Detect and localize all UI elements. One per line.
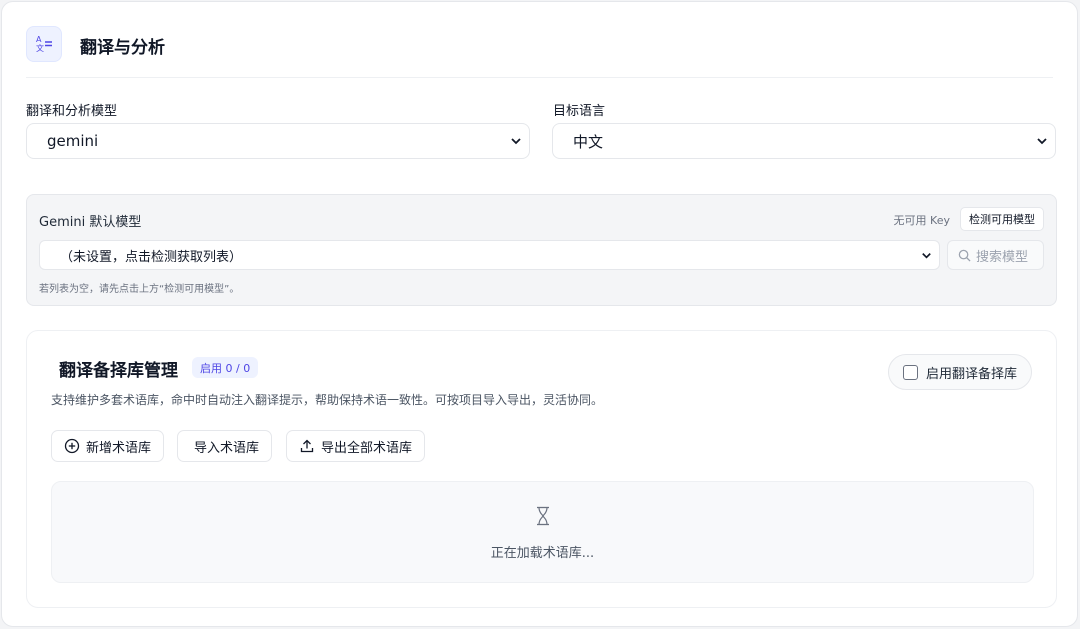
gemini-model-panel: Gemini 默认模型 无可用 Key 检测可用模型 （未设置，点击检测获取列表… (26, 194, 1057, 306)
search-icon (958, 249, 971, 262)
chevron-down-icon (1037, 138, 1047, 145)
hourglass-icon (537, 506, 549, 526)
glossary-loading-panel: 正在加载术语库... (51, 481, 1034, 583)
language-select[interactable]: 中文 (552, 123, 1056, 159)
chevron-down-icon (922, 253, 931, 259)
model-select-value: gemini (47, 132, 99, 150)
language-select-value: 中文 (573, 132, 604, 151)
svg-text:A: A (36, 35, 42, 44)
plus-circle-icon (64, 438, 80, 454)
glossary-description: 支持维护多套术语库，命中时自动注入翻译提示，帮助保持术语一致性。可按项目导入导出… (51, 393, 604, 407)
key-status: 无可用 Key (893, 214, 950, 227)
detect-models-button[interactable]: 检测可用模型 (960, 207, 1044, 231)
gemini-model-select-value: （未设置，点击检测获取列表） (60, 249, 243, 265)
export-glossary-label: 导出全部术语库 (321, 440, 413, 456)
page-title: 翻译与分析 (80, 38, 165, 58)
upload-icon (300, 439, 314, 453)
export-glossary-button[interactable]: 导出全部术语库 (286, 430, 426, 462)
translate-icon: A 文 (26, 26, 62, 62)
model-label: 翻译和分析模型 (26, 104, 118, 119)
enable-glossary-checkbox[interactable] (902, 364, 918, 380)
empty-list-hint: 若列表为空，请先点击上方“检测可用模型”。 (39, 284, 240, 295)
loading-text: 正在加载术语库... (490, 546, 595, 561)
chevron-down-icon (511, 138, 521, 145)
glossary-section: 翻译备择库管理 启用 0 / 0 启用翻译备择库 支持维护多套术语库，命中时自动… (26, 330, 1057, 608)
settings-card: A 文 翻译与分析 翻译和分析模型 gemini 目标语言 中文 Gemini … (1, 1, 1078, 627)
enable-glossary-toggle[interactable]: 启用翻译备择库 (887, 354, 1032, 390)
language-label: 目标语言 (553, 104, 606, 119)
model-select[interactable]: gemini (26, 123, 530, 159)
import-glossary-label: 导入术语库 (194, 440, 260, 456)
search-placeholder: 搜索模型 (976, 249, 1029, 265)
gemini-model-title: Gemini 默认模型 (39, 215, 142, 230)
import-glossary-button[interactable]: 导入术语库 (177, 430, 273, 462)
model-search-input[interactable]: 搜索模型 (947, 240, 1044, 270)
gemini-model-select[interactable]: （未设置，点击检测获取列表） (39, 240, 940, 270)
svg-text:文: 文 (36, 43, 44, 53)
add-glossary-label: 新增术语库 (86, 440, 152, 456)
add-glossary-button[interactable]: 新增术语库 (51, 430, 165, 462)
enable-glossary-label: 启用翻译备择库 (925, 366, 1017, 382)
section-header: A 文 翻译与分析 (26, 26, 1053, 78)
glossary-title: 翻译备择库管理 (59, 361, 178, 381)
enabled-count-badge: 启用 0 / 0 (192, 357, 259, 378)
